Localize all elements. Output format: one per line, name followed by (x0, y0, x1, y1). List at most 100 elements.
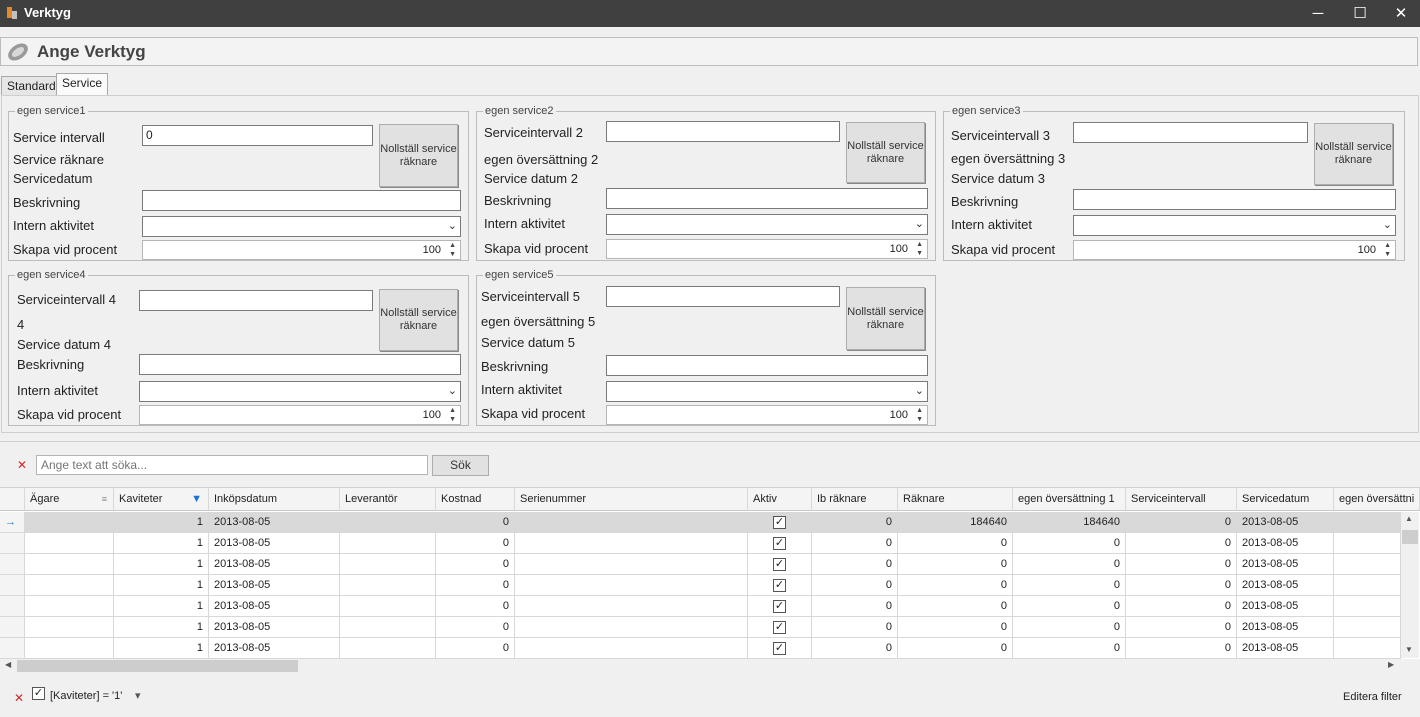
reset-service-counter-button[interactable]: Nollställ service räknare (379, 289, 458, 351)
cell-servicedatum[interactable]: 2013-08-05 (1237, 533, 1334, 554)
cell-agare[interactable] (25, 554, 114, 575)
create-at-percent-spinner[interactable]: 100 ▲ ▼ (606, 239, 928, 259)
cell-inkopsdatum[interactable]: 2013-08-05 (209, 533, 340, 554)
column-header-serienummer[interactable]: Serienummer (515, 488, 748, 511)
cell-servicedatum[interactable]: 2013-08-05 (1237, 638, 1334, 659)
scroll-left-icon[interactable]: ◀ (5, 660, 11, 669)
cell-kostnad[interactable]: 0 (436, 554, 515, 575)
cell-egen2[interactable] (1334, 554, 1401, 575)
filter-enabled-checkbox[interactable]: ✓ (32, 687, 45, 700)
row-indicator[interactable] (0, 533, 25, 554)
scroll-up-icon[interactable]: ▲ (1405, 514, 1413, 523)
aktiv-checkbox[interactable]: ✓ (773, 537, 786, 550)
cell-raknare[interactable]: 0 (898, 533, 1013, 554)
cell-leverantor[interactable] (340, 575, 436, 596)
reset-service-counter-button[interactable]: Nollställ service räknare (1314, 123, 1393, 185)
cell-serienummer[interactable] (515, 596, 748, 617)
cell-interval[interactable]: 0 (1126, 554, 1237, 575)
row-indicator[interactable] (0, 575, 25, 596)
column-header-ib-raknare[interactable]: Ib räknare (812, 488, 898, 511)
cell-aktiv[interactable]: ✓ (748, 638, 812, 659)
maximize-button[interactable]: ☐ (1339, 0, 1381, 27)
cell-serienummer[interactable] (515, 554, 748, 575)
description-input[interactable] (139, 354, 461, 375)
cell-egen1[interactable]: 0 (1013, 554, 1126, 575)
cell-egen2[interactable] (1334, 533, 1401, 554)
cell-serienummer[interactable] (515, 638, 748, 659)
cell-agare[interactable] (25, 596, 114, 617)
cell-aktiv[interactable]: ✓ (748, 617, 812, 638)
scroll-right-icon[interactable]: ▶ (1388, 660, 1394, 669)
aktiv-checkbox[interactable]: ✓ (773, 516, 786, 529)
scrollbar-thumb[interactable] (1402, 530, 1418, 544)
cell-ib[interactable]: 0 (812, 512, 898, 533)
cell-egen1[interactable]: 0 (1013, 617, 1126, 638)
minimize-button[interactable]: ─ (1297, 0, 1339, 27)
search-input[interactable] (36, 455, 428, 475)
cell-leverantor[interactable] (340, 554, 436, 575)
service-interval-input[interactable] (606, 121, 840, 142)
column-header-inkopsdatum[interactable]: Inköpsdatum (209, 488, 340, 511)
cell-ib[interactable]: 0 (812, 533, 898, 554)
cell-leverantor[interactable] (340, 596, 436, 617)
cell-ib[interactable]: 0 (812, 554, 898, 575)
service-interval-input[interactable]: 0 (142, 125, 373, 146)
reset-service-counter-button[interactable]: Nollställ service räknare (379, 124, 458, 187)
cell-ib[interactable]: 0 (812, 575, 898, 596)
aktiv-checkbox[interactable]: ✓ (773, 558, 786, 571)
cell-egen1[interactable]: 0 (1013, 575, 1126, 596)
cell-egen2[interactable] (1334, 596, 1401, 617)
cell-interval[interactable]: 0 (1126, 638, 1237, 659)
column-header-aktiv[interactable]: Aktiv (748, 488, 812, 511)
cell-aktiv[interactable]: ✓ (748, 533, 812, 554)
cell-serienummer[interactable] (515, 512, 748, 533)
cell-ib[interactable]: 0 (812, 617, 898, 638)
cell-kostnad[interactable]: 0 (436, 638, 515, 659)
cell-raknare[interactable]: 0 (898, 638, 1013, 659)
clear-search-icon[interactable]: ✕ (17, 458, 27, 472)
cell-leverantor[interactable] (340, 533, 436, 554)
spin-arrows-icon[interactable]: ▲ ▼ (449, 406, 456, 424)
cell-agare[interactable] (25, 512, 114, 533)
tab-service[interactable]: Service (56, 73, 109, 96)
cell-egen2[interactable] (1334, 512, 1401, 533)
cell-ib[interactable]: 0 (812, 596, 898, 617)
cell-serienummer[interactable] (515, 617, 748, 638)
column-header-serviceintervall[interactable]: Serviceintervall (1126, 488, 1237, 511)
column-header-raknare[interactable]: Räknare (898, 488, 1013, 511)
cell-ib[interactable]: 0 (812, 638, 898, 659)
cell-agare[interactable] (25, 533, 114, 554)
cell-servicedatum[interactable]: 2013-08-05 (1237, 617, 1334, 638)
aktiv-checkbox[interactable]: ✓ (773, 600, 786, 613)
column-header-kaviteter[interactable]: Kaviteter ▼ (114, 488, 209, 511)
cell-kaviteter[interactable]: 1 (114, 638, 209, 659)
cell-aktiv[interactable]: ✓ (748, 512, 812, 533)
cell-raknare[interactable]: 184640 (898, 512, 1013, 533)
row-indicator[interactable] (0, 554, 25, 575)
create-at-percent-spinner[interactable]: 100 ▲ ▼ (606, 405, 928, 425)
cell-egen2[interactable] (1334, 617, 1401, 638)
cell-interval[interactable]: 0 (1126, 533, 1237, 554)
cell-leverantor[interactable] (340, 512, 436, 533)
service-interval-input[interactable] (1073, 122, 1308, 143)
cell-egen1[interactable]: 184640 (1013, 512, 1126, 533)
row-indicator[interactable] (0, 638, 25, 659)
cell-egen2[interactable] (1334, 575, 1401, 596)
horizontal-scrollbar[interactable]: ◀ ▶ (0, 659, 1401, 673)
cell-egen1[interactable]: 0 (1013, 596, 1126, 617)
cell-egen1[interactable]: 0 (1013, 638, 1126, 659)
cell-interval[interactable]: 0 (1126, 596, 1237, 617)
cell-kostnad[interactable]: 0 (436, 512, 515, 533)
scroll-down-icon[interactable]: ▼ (1405, 645, 1413, 654)
internal-activity-select[interactable]: ⌄ (1073, 215, 1396, 236)
cell-inkopsdatum[interactable]: 2013-08-05 (209, 575, 340, 596)
cell-interval[interactable]: 0 (1126, 512, 1237, 533)
internal-activity-select[interactable]: ⌄ (139, 381, 461, 402)
column-header-egen-oversattning-2[interactable]: egen översättni (1334, 488, 1420, 511)
cell-servicedatum[interactable]: 2013-08-05 (1237, 575, 1334, 596)
cell-inkopsdatum[interactable]: 2013-08-05 (209, 512, 340, 533)
cell-kaviteter[interactable]: 1 (114, 533, 209, 554)
description-input[interactable] (1073, 189, 1396, 210)
filter-dropdown-icon[interactable]: ▾ (135, 689, 141, 702)
cell-interval[interactable]: 0 (1126, 575, 1237, 596)
